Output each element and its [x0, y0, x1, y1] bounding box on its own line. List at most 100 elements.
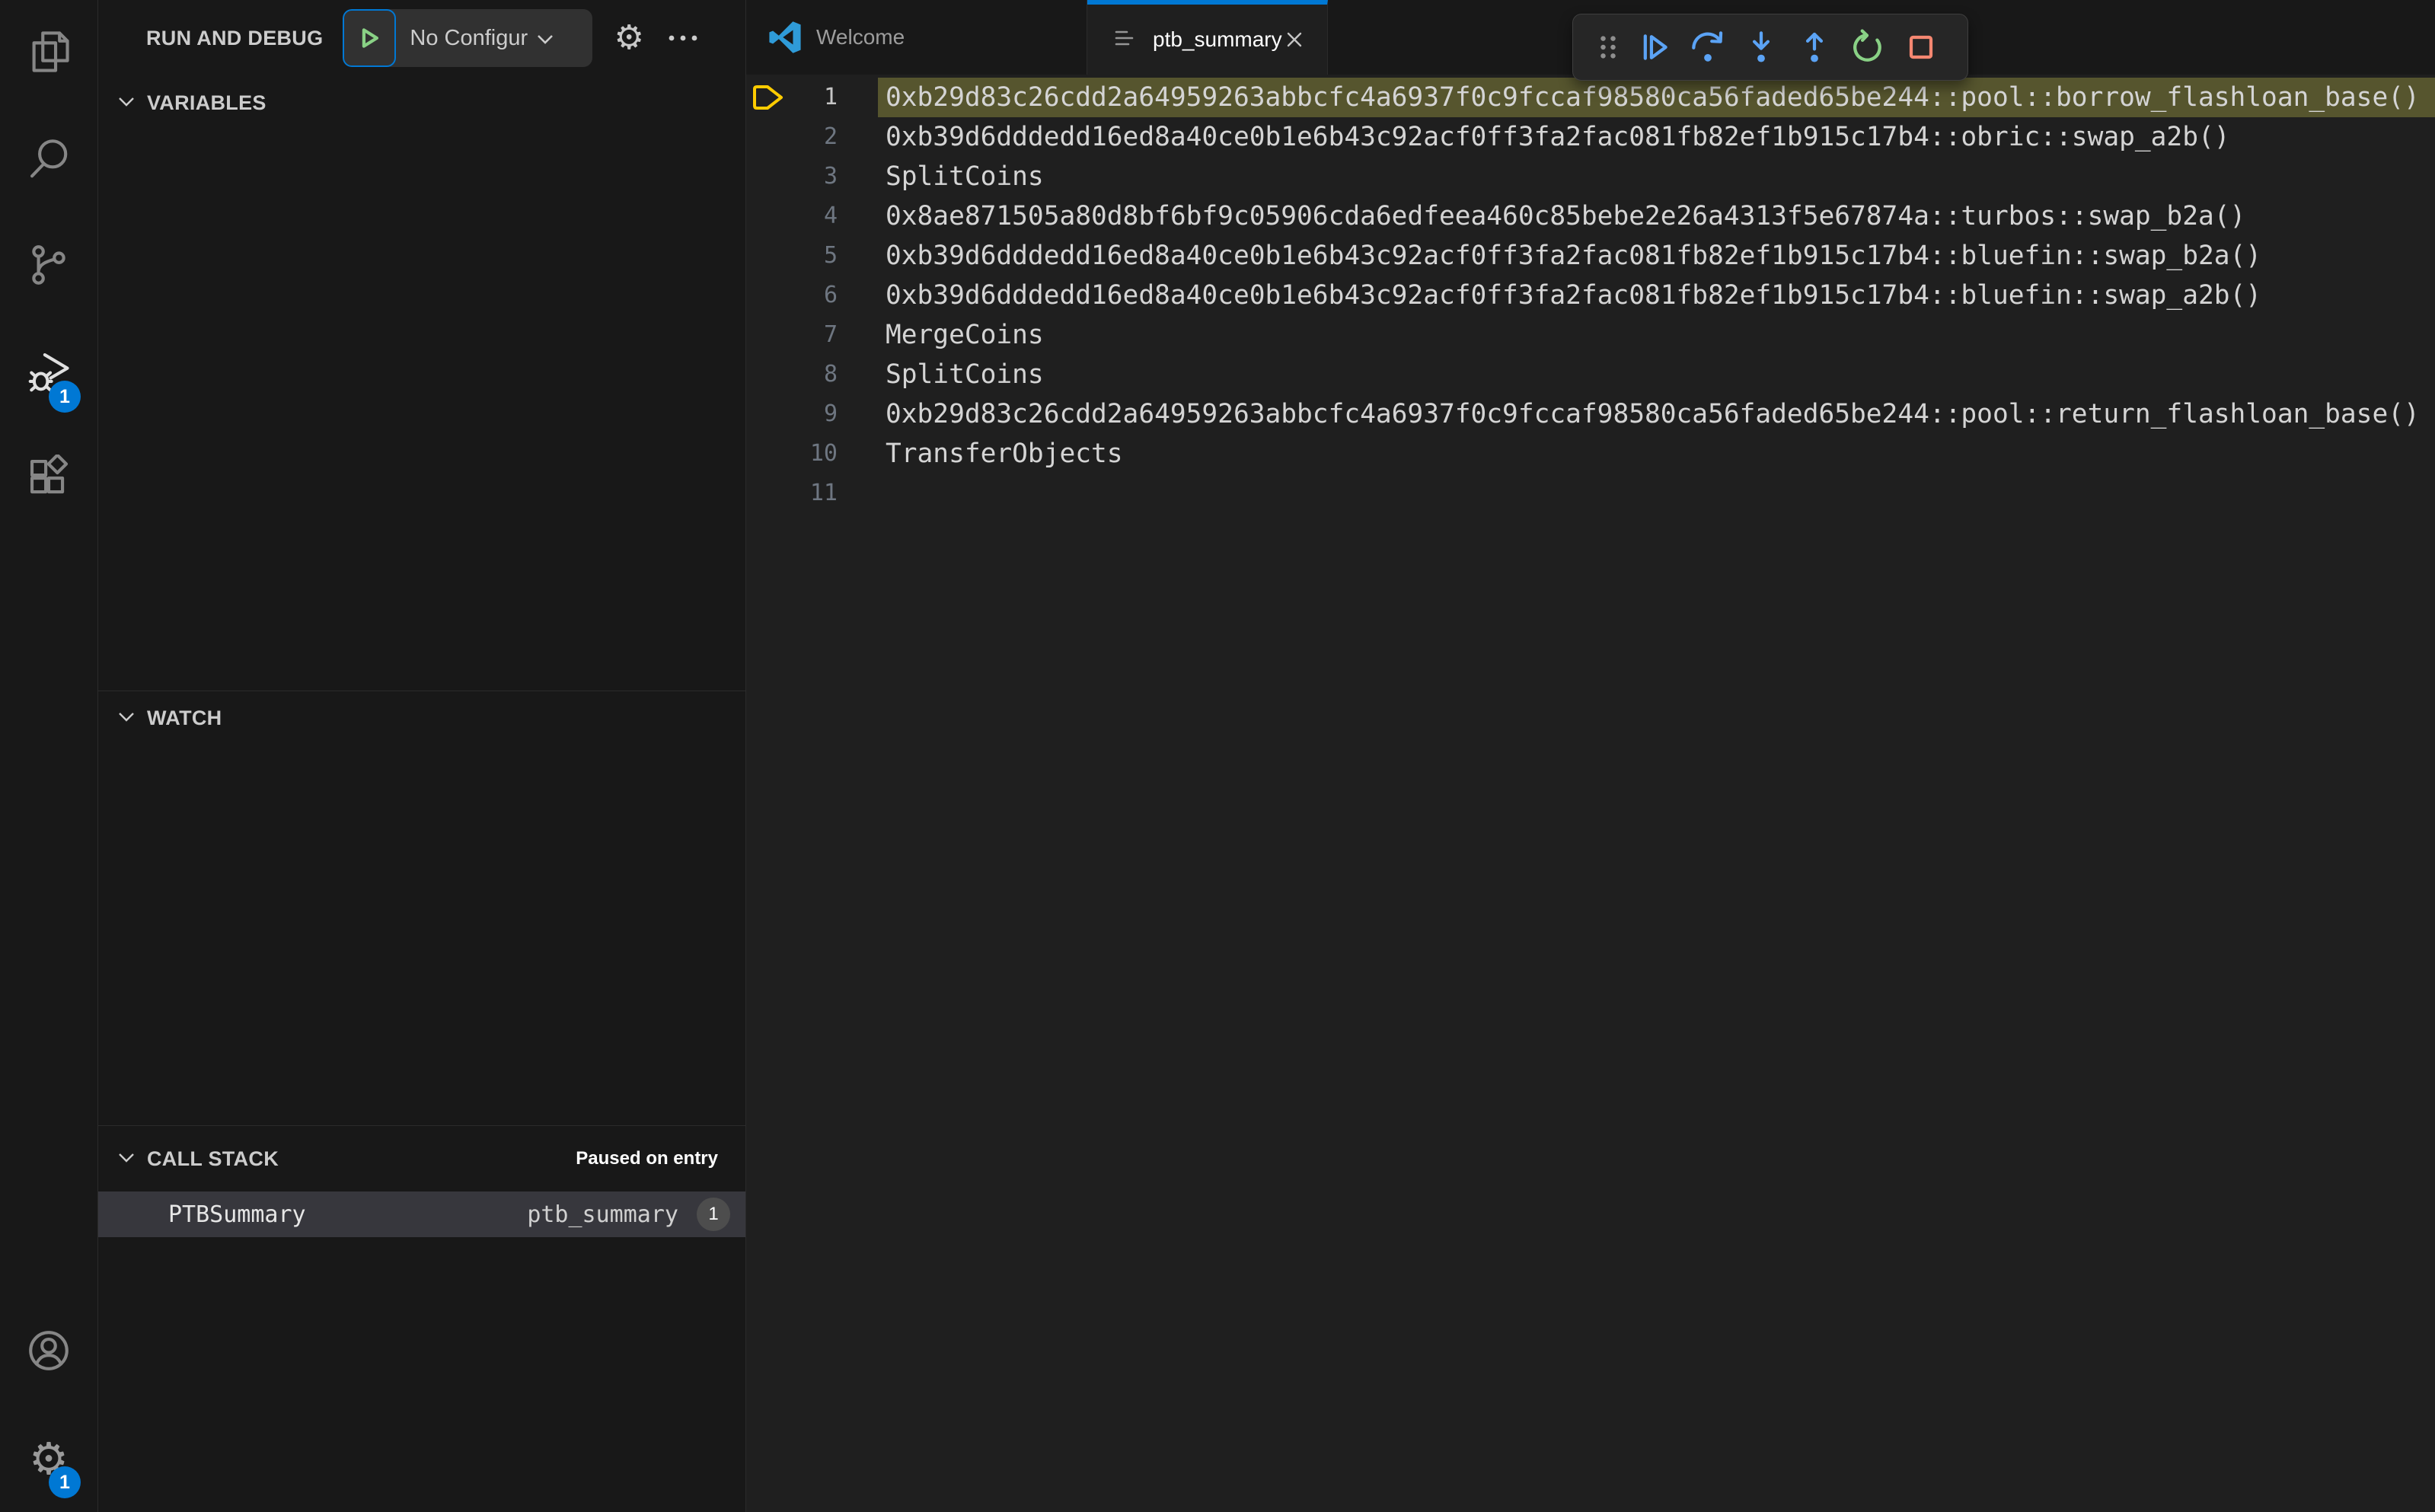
manage-button[interactable]: ⚙ 1: [0, 1405, 97, 1512]
stack-frame-badge: 1: [697, 1198, 730, 1231]
file-list-icon: [1110, 24, 1138, 56]
stop-button[interactable]: [1894, 21, 1948, 74]
code-line: 9 0xb29d83c26cdd2a64959263abbcfc4a6937f0…: [746, 394, 2435, 434]
debug-configuration-dropdown[interactable]: No Configur: [343, 9, 593, 67]
more-actions-icon[interactable]: [665, 21, 701, 56]
account-icon: [25, 1327, 72, 1378]
line-number[interactable]: 8: [803, 355, 838, 394]
debug-badge: 1: [49, 381, 81, 413]
source-control-icon: [25, 241, 72, 292]
code-line: 5 0xb39d6dddedd16ed8a40ce0b1e6b43c92acf0…: [746, 236, 2435, 276]
variables-section-header[interactable]: VARIABLES: [98, 76, 745, 129]
line-number[interactable]: 4: [803, 196, 838, 236]
current-stackframe-icon: [746, 78, 803, 117]
close-icon[interactable]: [1285, 30, 1304, 49]
sidebar-title: RUN AND DEBUG: [146, 26, 324, 49]
call-stack-frame-row[interactable]: PTBSummary ptb_summary 1: [98, 1191, 745, 1237]
sidebar-item-search[interactable]: [0, 107, 97, 213]
line-number[interactable]: 6: [803, 276, 838, 315]
watch-section: WATCH: [98, 691, 745, 1125]
toolbar-drag-handle[interactable]: [1588, 21, 1628, 74]
tab-welcome-label: Welcome: [816, 25, 905, 49]
play-icon: [362, 28, 379, 48]
code-line: 6 0xb39d6dddedd16ed8a40ce0b1e6b43c92acf0…: [746, 276, 2435, 315]
variables-body: [98, 129, 745, 691]
tab-welcome[interactable]: Welcome: [746, 0, 1087, 75]
search-icon: [25, 135, 72, 186]
variables-section: VARIABLES: [98, 76, 745, 691]
watch-body: [98, 745, 745, 1125]
run-and-debug-sidebar: RUN AND DEBUG No Configur ⚙ VARIABLES WA…: [98, 0, 746, 1512]
stack-frame-file: ptb_summary: [527, 1201, 678, 1228]
line-number[interactable]: 11: [803, 474, 838, 513]
line-number[interactable]: 9: [803, 394, 838, 434]
start-debugging-button[interactable]: [343, 9, 397, 67]
step-into-button[interactable]: [1734, 21, 1788, 74]
chevron-down-icon: [116, 707, 136, 730]
watch-section-label: WATCH: [147, 706, 222, 729]
stop-icon: [1909, 35, 1933, 59]
sidebar-titlebar: RUN AND DEBUG No Configur ⚙: [98, 0, 745, 76]
gripper-icon: [1600, 36, 1616, 59]
extensions-icon: [25, 453, 72, 506]
activity-bar-spacer: [0, 533, 97, 1299]
code-line: 7 MergeCoins: [746, 315, 2435, 355]
chevron-down-icon: [528, 24, 555, 53]
editor-area: Welcome ptb_summary 1 0xb29d83c26cdd2a64…: [746, 0, 2435, 1512]
sidebar-item-explorer[interactable]: [0, 0, 97, 107]
line-text[interactable]: [878, 474, 2435, 513]
code-line: 1 0xb29d83c26cdd2a64959263abbcfc4a6937f0…: [746, 78, 2435, 117]
vscode-logo-icon: [769, 21, 801, 53]
code-line: 10 TransferObjects: [746, 434, 2435, 474]
step-into-icon: [1752, 31, 1770, 62]
vscode-window: 1 ⚙ 1 RUN AND DEBUG No Configur ⚙ VARIAB…: [0, 0, 2435, 1512]
sidebar-item-source-control[interactable]: [0, 213, 97, 320]
watch-section-header[interactable]: WATCH: [98, 691, 745, 745]
call-stack-section-header[interactable]: CALL STACK Paused on entry: [98, 1132, 745, 1185]
tab-ptb-summary[interactable]: ptb_summary: [1087, 0, 1328, 75]
line-text[interactable]: SplitCoins: [878, 355, 2435, 394]
call-stack-section: CALL STACK Paused on entry PTBSummary pt…: [98, 1125, 745, 1512]
debug-settings-gear-icon[interactable]: ⚙: [614, 21, 643, 55]
step-out-icon: [1805, 32, 1824, 62]
line-number[interactable]: 2: [803, 117, 838, 157]
code-line: 11: [746, 474, 2435, 513]
activity-bar: 1 ⚙ 1: [0, 0, 98, 1512]
line-text[interactable]: 0xb39d6dddedd16ed8a40ce0b1e6b43c92acf0ff…: [878, 236, 2435, 276]
paused-status-text: Paused on entry: [576, 1148, 718, 1169]
step-over-button[interactable]: [1681, 21, 1734, 74]
code-editor[interactable]: 1 0xb29d83c26cdd2a64959263abbcfc4a6937f0…: [746, 75, 2435, 513]
line-text[interactable]: TransferObjects: [878, 434, 2435, 474]
line-number[interactable]: 7: [803, 315, 838, 355]
continue-icon: [1643, 34, 1667, 60]
code-line: 8 SplitCoins: [746, 355, 2435, 394]
line-number[interactable]: 3: [803, 157, 838, 196]
accounts-button[interactable]: [0, 1299, 97, 1405]
stack-frame-name: PTBSummary: [168, 1201, 306, 1228]
step-out-button[interactable]: [1788, 21, 1841, 74]
sidebar-item-run-and-debug[interactable]: 1: [0, 320, 97, 426]
line-text[interactable]: MergeCoins: [878, 315, 2435, 355]
line-text[interactable]: 0xb39d6dddedd16ed8a40ce0b1e6b43c92acf0ff…: [878, 276, 2435, 315]
stack-frame-meta: ptb_summary 1: [527, 1198, 730, 1231]
sidebar-item-extensions[interactable]: [0, 426, 97, 533]
code-line: 3 SplitCoins: [746, 157, 2435, 196]
restart-button[interactable]: [1841, 21, 1894, 74]
line-number[interactable]: 10: [803, 434, 838, 474]
continue-button[interactable]: [1628, 21, 1681, 74]
tab-ptb-summary-label: ptb_summary: [1153, 27, 1282, 51]
restart-icon: [1853, 29, 1881, 62]
line-text[interactable]: 0xb29d83c26cdd2a64959263abbcfc4a6937f0c9…: [878, 78, 2435, 117]
line-text[interactable]: 0x8ae871505a80d8bf6bf9c05906cda6edfeea46…: [878, 196, 2435, 236]
chevron-down-icon: [116, 91, 136, 115]
line-text[interactable]: 0xb29d83c26cdd2a64959263abbcfc4a6937f0c9…: [878, 394, 2435, 434]
code-line: 2 0xb39d6dddedd16ed8a40ce0b1e6b43c92acf0…: [746, 117, 2435, 157]
debug-toolbar: [1572, 14, 1968, 81]
step-over-icon: [1692, 31, 1723, 62]
chevron-down-icon: [116, 1147, 136, 1171]
line-text[interactable]: SplitCoins: [878, 157, 2435, 196]
line-text[interactable]: 0xb39d6dddedd16ed8a40ce0b1e6b43c92acf0ff…: [878, 117, 2435, 157]
line-number[interactable]: 5: [803, 236, 838, 276]
code-line: 4 0x8ae871505a80d8bf6bf9c05906cda6edfeea…: [746, 196, 2435, 236]
line-number[interactable]: 1: [803, 78, 838, 117]
